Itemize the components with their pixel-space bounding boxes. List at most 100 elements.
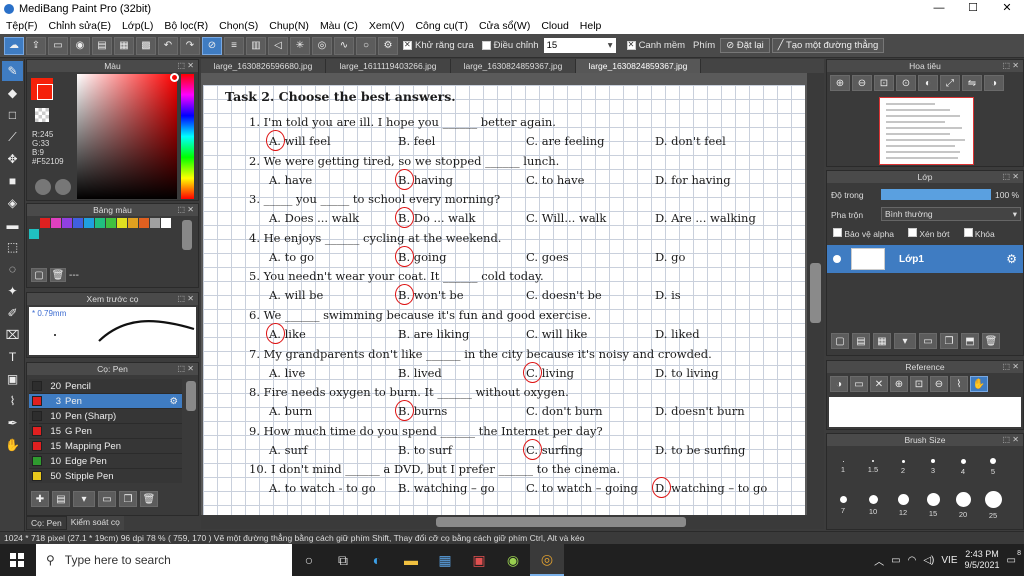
- tray-chevron-icon[interactable]: ︿: [874, 553, 884, 568]
- snap-settings-icon[interactable]: ⚙: [378, 36, 398, 55]
- antialias-checkbox[interactable]: [403, 40, 412, 50]
- reset-button[interactable]: ⊘ Đặt lại: [720, 38, 770, 53]
- wifi-icon[interactable]: ◠: [908, 555, 917, 566]
- edge-browser-icon[interactable]: ◐: [360, 544, 394, 576]
- layer-row[interactable]: Lớp1 ⚙: [827, 245, 1023, 273]
- brush-item[interactable]: 10 Pen (Sharp): [29, 409, 182, 424]
- brush-item[interactable]: 3 Pen ⚙: [29, 394, 182, 409]
- brush-item[interactable]: 15 G Pen: [29, 424, 182, 439]
- menu-view[interactable]: Xem(V): [369, 20, 405, 32]
- snap-vanish-icon[interactable]: ◁: [268, 36, 288, 55]
- brush-item[interactable]: 20 Pencil: [29, 379, 182, 394]
- brush-tool-icon[interactable]: ✎: [2, 61, 23, 81]
- saturation-value-picker[interactable]: [77, 74, 177, 199]
- app-icon-green[interactable]: ◉: [496, 544, 530, 576]
- canh-mem-checkbox[interactable]: [626, 40, 636, 50]
- doc-tab-1[interactable]: large_1630826596680.jpg: [201, 59, 326, 73]
- menu-color[interactable]: Màu (C): [320, 20, 358, 32]
- brush-item[interactable]: 15 Mapping Pen: [29, 439, 182, 454]
- ref-close-icon[interactable]: ✕: [870, 376, 888, 392]
- snap-concentric-icon[interactable]: ◎: [312, 36, 332, 55]
- grid-icon[interactable]: ▩: [136, 36, 156, 55]
- volume-icon[interactable]: ◁): [923, 555, 934, 566]
- zoom-in-icon[interactable]: ⊕: [830, 75, 850, 91]
- doc-tab-4[interactable]: large_1630824859367.jpg: [576, 59, 701, 73]
- chrome-icon[interactable]: ◎: [530, 544, 564, 576]
- brush-size-option[interactable]: 25: [978, 486, 1008, 524]
- ref-zoom-out-icon[interactable]: ⊖: [930, 376, 948, 392]
- brush-size-option[interactable]: 1.5: [858, 448, 888, 486]
- clipping-checkbox[interactable]: [908, 228, 917, 237]
- gradient-tool-icon[interactable]: ▬: [2, 215, 23, 235]
- file-explorer-icon[interactable]: ▬: [394, 544, 428, 576]
- rotate-icon[interactable]: ◐: [918, 75, 938, 91]
- language-indicator[interactable]: VIE: [941, 555, 957, 566]
- ref-eyedropper-icon[interactable]: ⌇: [950, 376, 968, 392]
- snap-circle-icon[interactable]: ○: [356, 36, 376, 55]
- text-tool-icon[interactable]: T: [2, 347, 23, 367]
- zoom-out-icon[interactable]: ⊖: [852, 75, 872, 91]
- windows-start-icon[interactable]: [0, 544, 34, 576]
- page-icon[interactable]: ▤: [92, 36, 112, 55]
- menu-snap[interactable]: Chụp(N): [269, 20, 309, 32]
- brush-import-icon[interactable]: ▤: [52, 491, 70, 507]
- gift-app-icon[interactable]: ▣: [462, 544, 496, 576]
- lasso-tool-icon[interactable]: ◌: [2, 259, 23, 279]
- layer-add-menu-icon[interactable]: ▾: [894, 333, 916, 349]
- transparent-swatch[interactable]: [35, 108, 49, 122]
- menu-layer[interactable]: Lớp(L): [122, 20, 153, 32]
- vertical-scrollbar[interactable]: [807, 73, 824, 515]
- menu-window[interactable]: Cửa sổ(W): [479, 20, 530, 32]
- fit-window-icon[interactable]: ⤢: [940, 75, 960, 91]
- cortana-icon[interactable]: ○: [292, 544, 326, 576]
- store-icon[interactable]: ▦: [428, 544, 462, 576]
- hand-tool-icon[interactable]: ✋: [2, 435, 23, 455]
- brush-size-option[interactable]: 10: [858, 486, 888, 524]
- protect-alpha-checkbox[interactable]: [833, 228, 842, 237]
- brush-add-icon[interactable]: ✚: [31, 491, 49, 507]
- new-layer-icon[interactable]: ▢: [831, 333, 849, 349]
- snap-parallel-icon[interactable]: ≡: [224, 36, 244, 55]
- select-pen-icon[interactable]: ✐: [2, 303, 23, 323]
- lock-checkbox[interactable]: [963, 228, 973, 237]
- snap-grid-icon[interactable]: ▥: [246, 36, 266, 55]
- horizontal-scrollbar[interactable]: [201, 515, 824, 529]
- snap-curve-icon[interactable]: ∿: [334, 36, 354, 55]
- ref-open-icon[interactable]: ◑: [830, 376, 848, 392]
- share-icon[interactable]: ⇪: [26, 36, 46, 55]
- brush-settings-icon[interactable]: ⚙: [169, 396, 178, 407]
- task-view-icon[interactable]: ⧉: [326, 544, 360, 576]
- reference-canvas[interactable]: [829, 397, 1021, 427]
- ref-folder-icon[interactable]: ▭: [850, 376, 868, 392]
- navigator-thumbnail[interactable]: [879, 97, 974, 165]
- notification-icon[interactable]: ▭ 8: [1007, 550, 1021, 566]
- close-button[interactable]: ✕: [990, 0, 1024, 17]
- minimize-button[interactable]: —: [922, 0, 956, 17]
- delete-palette-icon[interactable]: 🗑: [50, 268, 66, 282]
- brush-size-option[interactable]: 7: [828, 486, 858, 524]
- menu-select[interactable]: Chọn(S): [219, 20, 258, 32]
- canvas-area[interactable]: Task 2. Choose the best answers. 1. I'm …: [201, 73, 824, 515]
- brush-size-option[interactable]: 1: [828, 448, 858, 486]
- menu-tools[interactable]: Công cụ(T): [415, 20, 468, 32]
- brush-size-option[interactable]: 4: [948, 448, 978, 486]
- rect-tool-icon[interactable]: □: [2, 105, 23, 125]
- opacity-slider[interactable]: [881, 189, 991, 200]
- reset-view-icon[interactable]: ◑: [984, 75, 1004, 91]
- undo-icon[interactable]: ↶: [158, 36, 178, 55]
- taskbar-search-input[interactable]: ⚲ Type here to search: [36, 544, 292, 576]
- layer-visibility-icon[interactable]: [833, 255, 841, 263]
- ref-zoom-in-icon[interactable]: ⊕: [890, 376, 908, 392]
- menu-edit[interactable]: Chỉnh sửa(E): [49, 20, 111, 32]
- brush-folder-icon[interactable]: ▭: [98, 491, 116, 507]
- eraser-tool-icon[interactable]: ◆: [2, 83, 23, 103]
- divide-tool-icon[interactable]: ▣: [2, 369, 23, 389]
- magic-wand-icon[interactable]: ✦: [2, 281, 23, 301]
- doc-tab-2[interactable]: large_1611119403266.jpg: [326, 59, 451, 73]
- color-picker-icon[interactable]: [55, 179, 71, 195]
- blend-mode-select[interactable]: Bình thường ▾: [881, 207, 1021, 221]
- layer-folder-icon[interactable]: ▭: [919, 333, 937, 349]
- brush-menu-icon[interactable]: ▾: [73, 491, 95, 507]
- brush-item[interactable]: 50 Stipple Pen: [29, 469, 182, 483]
- brush-item[interactable]: 10 Edge Pen: [29, 454, 182, 469]
